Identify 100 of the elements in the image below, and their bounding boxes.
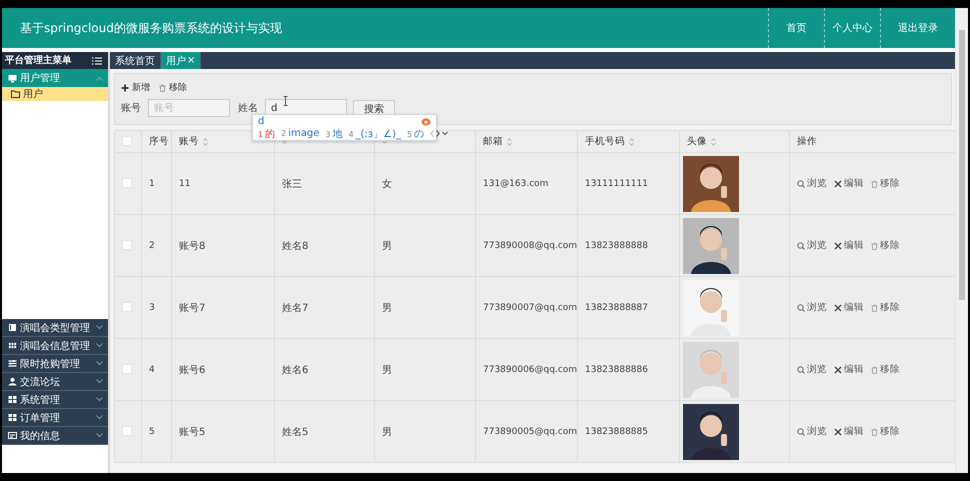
input-field[interactable]: 账号 (148, 99, 230, 117)
edit-button[interactable]: 编辑 (834, 177, 864, 190)
ime-candidate[interactable]: 4 _(:з」∠)_ (348, 126, 401, 140)
menu-item[interactable]: 我的信息 (2, 427, 108, 445)
table-cell: 男 (382, 364, 392, 376)
search-icon (797, 366, 805, 374)
table-cell: 773890005@qq.com (483, 426, 576, 436)
edit-button[interactable]: 编辑 (834, 425, 864, 438)
trash-icon (871, 366, 878, 374)
ime-candidate[interactable]: 2 image (281, 128, 320, 139)
menu-item[interactable]: 交流论坛 (2, 373, 108, 391)
table-cell: 账号7 (179, 302, 206, 314)
add-button[interactable]: 新增 (121, 81, 150, 94)
table-cell: 女 (382, 178, 392, 190)
user-icon (8, 377, 17, 386)
field-label: 账号 (121, 102, 141, 115)
view-button[interactable]: 浏览 (797, 177, 827, 190)
table-cell: 3 (149, 302, 155, 312)
tiles-icon (8, 395, 17, 404)
column-header: 邮箱 (483, 135, 503, 148)
ime-candidate[interactable]: 1 的 (258, 126, 276, 140)
edit-button[interactable]: 编辑 (834, 239, 864, 252)
trash-icon (159, 84, 166, 92)
submenu-item[interactable]: 用户 (2, 87, 108, 101)
menu-item[interactable]: 订单管理 (2, 409, 108, 427)
table-cell: 13823888888 (585, 240, 648, 250)
view-button[interactable]: 浏览 (797, 425, 827, 438)
chevron-right-icon (436, 130, 440, 137)
tab[interactable]: 用户× (161, 52, 202, 69)
table-cell: 773890006@qq.com (483, 364, 576, 374)
text-cursor-icon (283, 96, 288, 106)
table-cell: 2 (149, 240, 155, 250)
delete-button[interactable]: 移除 (871, 363, 900, 376)
menu-header: 平台管理主菜单 (2, 52, 108, 69)
chevron-down-icon (96, 325, 103, 330)
menu-item[interactable]: 限时抢购管理 (2, 355, 108, 373)
view-button[interactable]: 浏览 (797, 239, 827, 252)
menu-item[interactable]: 系统管理 (2, 391, 108, 409)
delete-button[interactable]: 移除 (871, 301, 900, 314)
search-icon (797, 180, 805, 188)
monitor-icon (8, 74, 17, 82)
chevron-down-icon (96, 397, 103, 402)
chevron-left-icon (430, 130, 434, 137)
table-cell: 男 (382, 426, 392, 438)
table-cell: 13823888885 (585, 426, 648, 436)
checkbox[interactable] (122, 240, 132, 250)
chevron-down-icon (96, 433, 103, 438)
view-button[interactable]: 浏览 (797, 301, 827, 314)
checkbox[interactable] (122, 136, 132, 146)
trash-icon (871, 180, 878, 188)
menu-icon (92, 56, 102, 64)
search-icon (797, 242, 805, 250)
list-icon (8, 359, 17, 368)
checkbox[interactable] (122, 178, 132, 188)
delete-button[interactable]: 移除 (871, 177, 900, 190)
table-cell: 男 (382, 240, 392, 252)
view-button[interactable]: 浏览 (797, 363, 827, 376)
chevron-down-icon (96, 379, 103, 384)
table-cell: 773890007@qq.com (483, 302, 576, 312)
chevron-down-icon (96, 343, 103, 348)
nav-link[interactable]: 个人中心 (824, 8, 880, 48)
menu-item[interactable]: 演唱会信息管理 (2, 337, 108, 355)
table-cell: 男 (382, 302, 392, 314)
plus-icon (121, 84, 129, 92)
nav-link[interactable]: 首页 (768, 8, 824, 48)
close-button[interactable]: × (187, 55, 196, 66)
table-cell: 13823888887 (585, 302, 648, 312)
checkbox[interactable] (122, 364, 132, 374)
table-cell: 姓名8 (282, 240, 308, 252)
table-cell: 13823888886 (585, 364, 648, 374)
table-cell: 张三 (282, 178, 302, 190)
delete-button[interactable]: 移除 (871, 425, 900, 438)
table-cell: 姓名6 (282, 364, 308, 376)
menu-item[interactable]: 用户管理 (2, 69, 108, 87)
delete-button[interactable]: 移除 (871, 239, 900, 252)
search-icon (797, 428, 805, 436)
chevron-down-icon (96, 361, 103, 366)
trash-icon (871, 242, 878, 250)
table-cell: 账号5 (179, 426, 206, 438)
table-cell: 账号6 (179, 364, 206, 376)
checkbox[interactable] (122, 302, 132, 312)
edit-button[interactable]: 编辑 (834, 301, 864, 314)
table-cell: 姓名7 (282, 302, 308, 314)
column-header: 头像 (687, 135, 707, 148)
ime-candidate[interactable]: 5 の (407, 126, 424, 140)
checkbox[interactable] (122, 426, 132, 436)
ime-candidate[interactable]: 3 地 (325, 126, 342, 140)
scrollbar[interactable] (955, 8, 968, 473)
edit-button[interactable]: 编辑 (834, 363, 864, 376)
field-label: 姓名 (238, 102, 258, 115)
table-cell: 13111111111 (585, 178, 648, 188)
table-cell: 姓名5 (282, 426, 308, 438)
table-cell: 5 (149, 426, 155, 436)
table-cell: 账号8 (179, 240, 206, 252)
trash-icon (871, 304, 878, 312)
menu-item[interactable]: 演唱会类型管理 (2, 319, 108, 337)
column-header: 手机号码 (585, 135, 625, 148)
ime-input-text: d (258, 116, 264, 127)
chevron-down-icon (442, 130, 448, 137)
remove-button[interactable]: 移除 (159, 81, 187, 94)
